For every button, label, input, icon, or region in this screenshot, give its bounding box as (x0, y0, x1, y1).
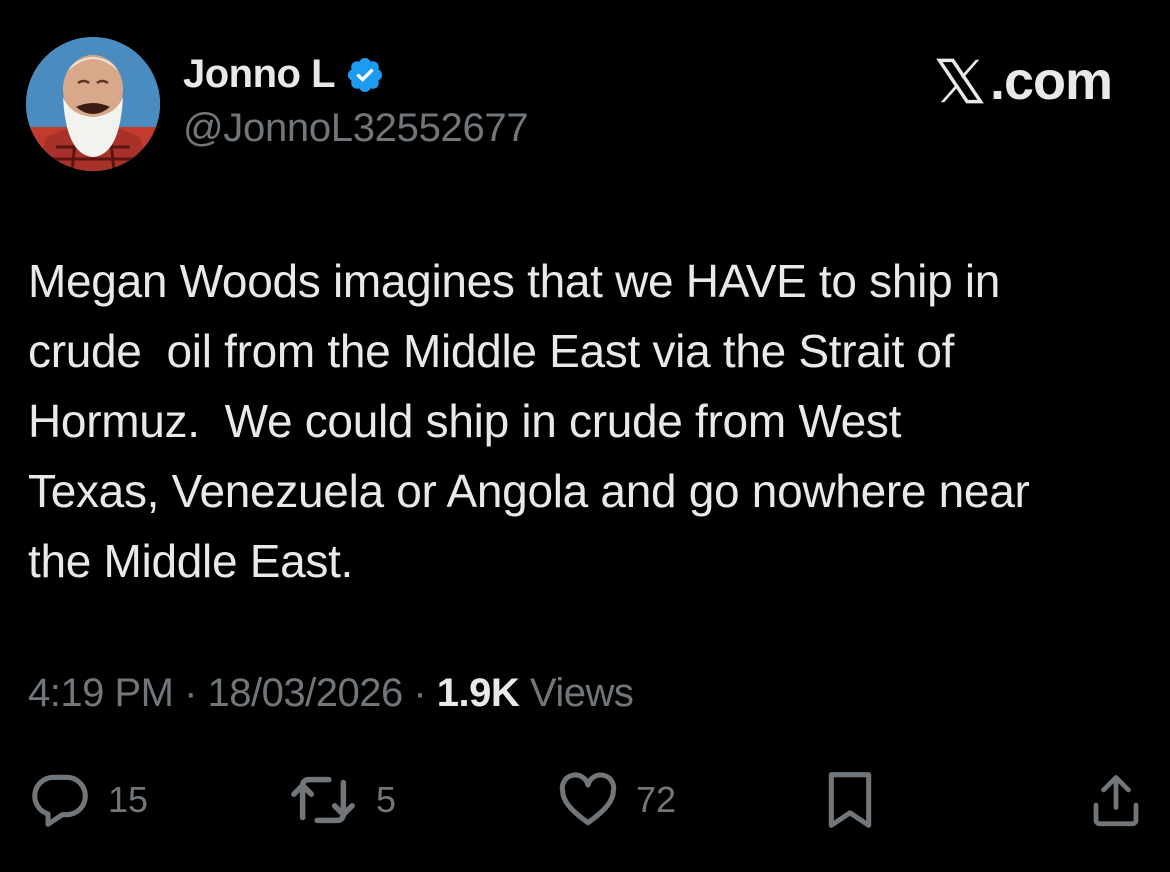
heart-icon (559, 772, 617, 826)
repost-icon (291, 776, 355, 824)
meta-separator: · (173, 671, 208, 715)
repost-button[interactable]: 5 (286, 768, 396, 832)
tweet-time[interactable]: 4:19 PM (28, 671, 174, 716)
avatar[interactable] (26, 37, 160, 171)
x-logo-icon (936, 58, 984, 104)
like-count: 72 (636, 779, 677, 820)
meta-separator: · (402, 671, 437, 715)
author-name-row: Jonno L (183, 52, 385, 97)
reply-count: 15 (108, 779, 149, 820)
views-count: 1.9K (436, 671, 520, 715)
tweet-text: Megan Woods imagines that we HAVE to shi… (28, 255, 1030, 587)
brand-domain-label: .com (989, 51, 1113, 111)
tweet-card: Jonno L @JonnoL32552677 .com Megan Woods… (0, 0, 1170, 872)
x-brand-logo: .com (934, 50, 1113, 112)
tweet-meta: 4:19 PM · 18/03/2026 · 1.9K Views (28, 671, 634, 716)
reply-icon (32, 774, 88, 827)
tweet-actions-bar: 15 5 72 (0, 760, 1170, 840)
bookmark-button[interactable] (822, 768, 878, 832)
share-button[interactable] (1086, 768, 1146, 832)
avatar-image (26, 37, 160, 171)
author-handle[interactable]: @JonnoL32552677 (183, 106, 529, 151)
share-icon (1093, 775, 1139, 827)
views-label: Views (519, 671, 634, 715)
like-button[interactable]: 72 (556, 768, 676, 832)
display-name[interactable]: Jonno L (183, 52, 336, 97)
reply-button[interactable]: 15 (28, 768, 148, 832)
bookmark-icon (828, 772, 872, 828)
repost-count: 5 (376, 779, 397, 820)
tweet-date[interactable]: 18/03/2026 (208, 671, 404, 716)
verified-badge-icon (345, 55, 385, 95)
